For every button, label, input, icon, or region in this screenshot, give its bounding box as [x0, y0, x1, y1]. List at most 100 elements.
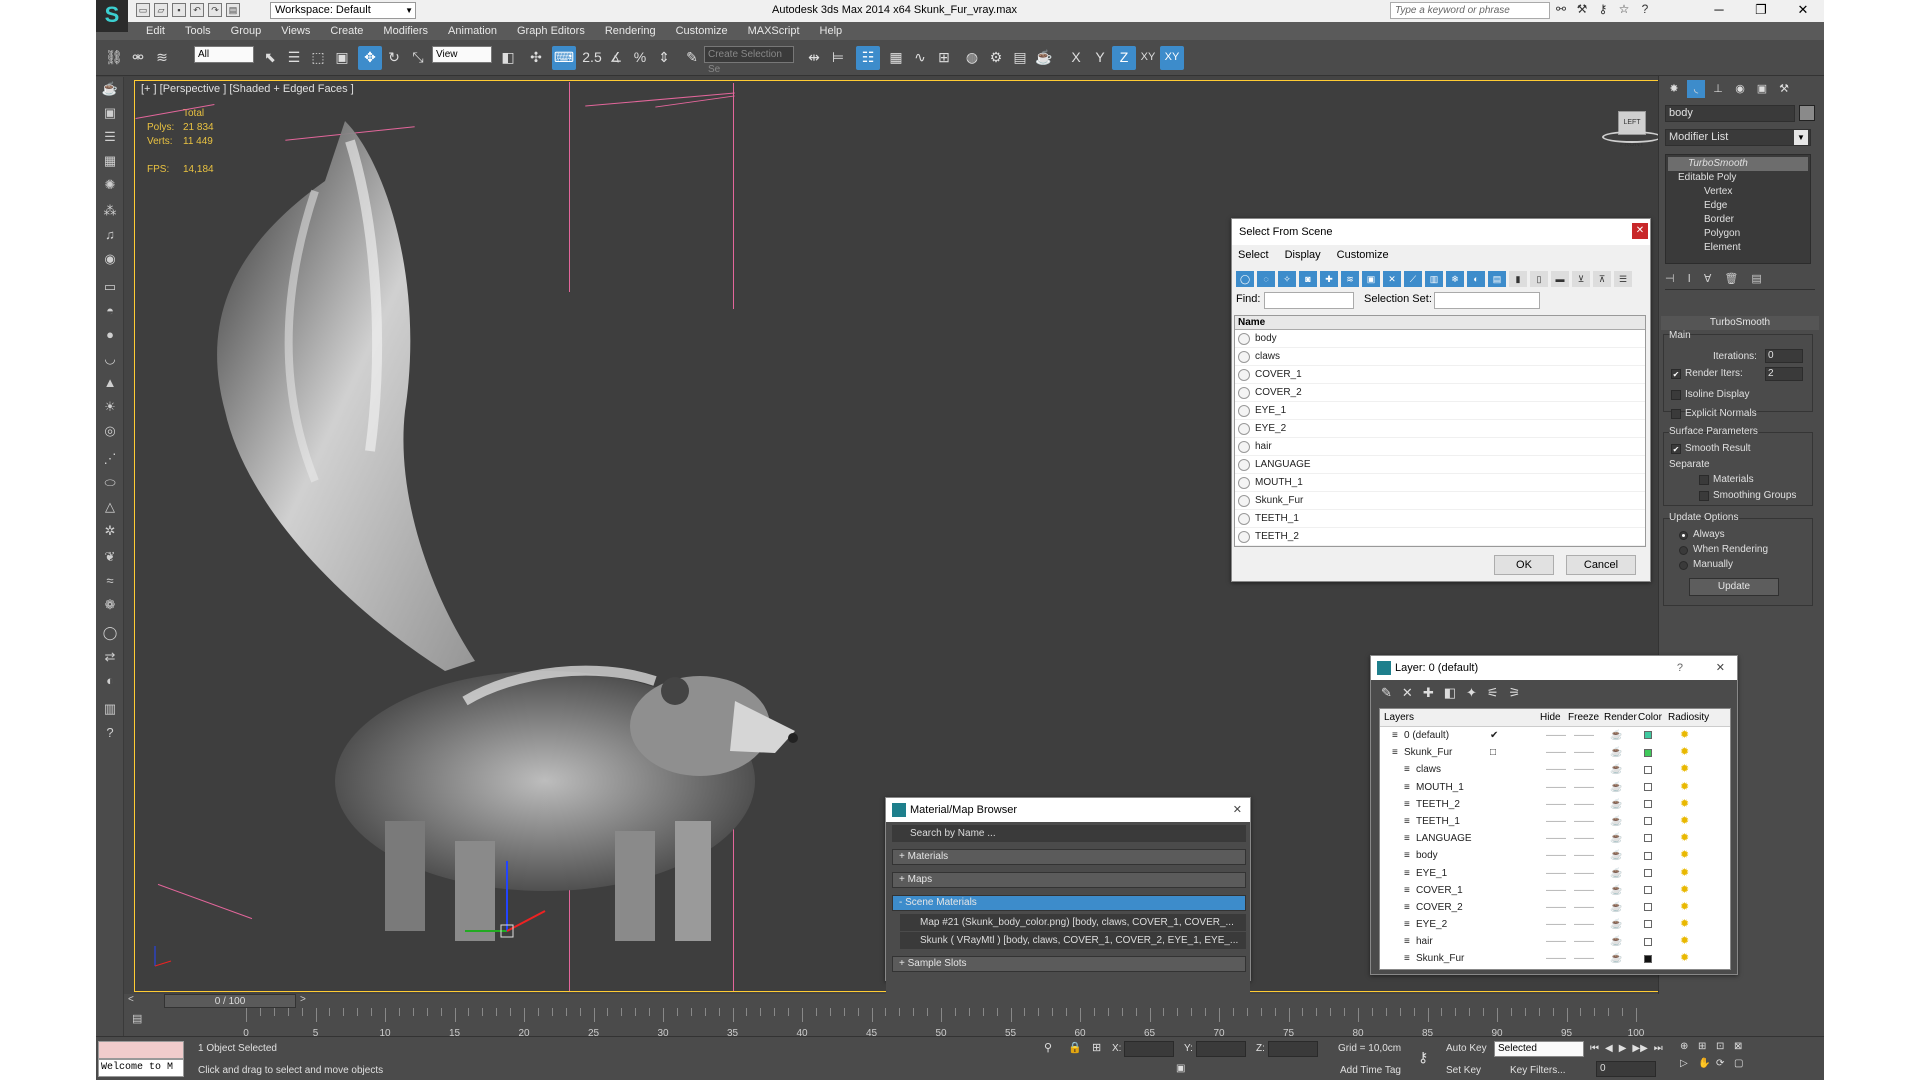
play-icon[interactable]: ▶	[1619, 1043, 1627, 1054]
light-filter-icon[interactable]: ✧	[1278, 271, 1296, 287]
menu-edit[interactable]: Edit	[146, 22, 165, 40]
layer-row[interactable]: ≡ EYE_2 —— —— ☕ ✹	[1380, 916, 1730, 933]
object-name-field[interactable]: body	[1665, 105, 1795, 122]
graphite-ribbon-icon[interactable]: ▦	[884, 46, 908, 70]
layer-row[interactable]: ≡ hair —— —— ☕ ✹	[1380, 933, 1730, 950]
delete-layer-icon[interactable]: ✕	[1402, 680, 1413, 706]
render-iters-spinner[interactable]: 2	[1765, 367, 1803, 381]
isoline-display-checkbox[interactable]	[1671, 390, 1681, 400]
freeze-toggle[interactable]: ——	[1574, 727, 1594, 744]
frozen-filter-icon[interactable]: ❄	[1446, 271, 1464, 287]
freeze-toggle[interactable]: ——	[1574, 796, 1594, 813]
menu-views[interactable]: Views	[281, 22, 310, 40]
render-production-icon[interactable]: ☕	[1032, 46, 1056, 70]
freeze-toggle[interactable]: ——	[1574, 916, 1594, 933]
filter-options-icon[interactable]: ⊼	[1593, 271, 1611, 287]
hidden-filter-icon[interactable]: ◐	[1467, 271, 1485, 287]
reference-coordinate-dropdown[interactable]: View	[432, 46, 492, 63]
freeze-toggle[interactable]: ——	[1574, 847, 1594, 864]
z-coordinate-field[interactable]	[1268, 1041, 1318, 1057]
rect-selection-icon[interactable]: ⬚	[306, 46, 330, 70]
keyboard-shortcut-override-icon[interactable]: ⌨	[552, 46, 576, 70]
select-and-move-icon[interactable]: ✥	[358, 46, 382, 70]
radiosity-icon[interactable]: ✹	[1680, 899, 1689, 916]
add-time-tag-button[interactable]: Add Time Tag	[1340, 1065, 1401, 1076]
utilities-tab-icon[interactable]: ⚒	[1775, 80, 1793, 98]
layer-row[interactable]: ≡ LANGUAGE —— —— ☕ ✹	[1380, 830, 1730, 847]
filter-icon[interactable]: ⊻	[1572, 271, 1590, 287]
new-layer-icon[interactable]: ✎	[1381, 680, 1392, 706]
key-filters-button[interactable]: Key Filters...	[1510, 1065, 1566, 1076]
orb-icon[interactable]: ◎	[100, 421, 120, 441]
scene-object-row[interactable]: TEETH_2	[1235, 528, 1645, 546]
display-tab-icon[interactable]: ▣	[1753, 80, 1771, 98]
select-all-icon[interactable]: ▮	[1509, 271, 1527, 287]
close-icon[interactable]: ✕	[1782, 0, 1824, 22]
ok-button[interactable]: OK	[1494, 555, 1554, 575]
mini-curve-editor-icon[interactable]: ▤	[132, 1012, 142, 1025]
sample-slots-section[interactable]: + Sample Slots	[892, 956, 1246, 972]
name-column-header[interactable]: Name	[1235, 316, 1645, 330]
layer-name[interactable]: TEETH_2	[1416, 796, 1460, 813]
box-icon[interactable]: ▭	[100, 277, 120, 297]
bowl-icon[interactable]: ◡	[100, 349, 120, 369]
mirror-icon[interactable]: ⇹	[802, 46, 826, 70]
freeze-toggle[interactable]: ——	[1574, 779, 1594, 796]
render-teapot-icon[interactable]: ☕	[1610, 899, 1622, 916]
material-editor-icon[interactable]: ◍	[960, 46, 984, 70]
pin-stack-icon[interactable]: ⊣	[1665, 272, 1675, 289]
hide-toggle[interactable]: ——	[1546, 899, 1566, 916]
explicit-normals-checkbox[interactable]	[1671, 409, 1681, 419]
go-to-end-icon[interactable]: ⏭	[1654, 1043, 1663, 1054]
hide-toggle[interactable]: ——	[1546, 744, 1566, 761]
cancel-button[interactable]: Cancel	[1566, 555, 1636, 575]
materials-section[interactable]: + Materials	[892, 849, 1246, 865]
scene-object-row[interactable]: claws	[1235, 348, 1645, 366]
cone-icon[interactable]: ▲	[100, 373, 120, 393]
hide-toggle[interactable]: ——	[1546, 916, 1566, 933]
menu-help[interactable]: Help	[820, 22, 843, 40]
snaps-toggle-icon[interactable]: 2.5	[580, 46, 604, 70]
material-item-skunk-vraymtl[interactable]: Skunk ( VRayMtl ) [body, claws, COVER_1,…	[900, 932, 1246, 949]
y-coordinate-field[interactable]	[1196, 1041, 1246, 1057]
help-circle-icon[interactable]: ?	[100, 723, 120, 743]
maxscript-listener-input[interactable]	[98, 1041, 184, 1059]
bone-filter-icon[interactable]: ⟋	[1404, 271, 1422, 287]
layer-color-swatch[interactable]	[1644, 903, 1652, 912]
layer-color-swatch[interactable]	[1644, 937, 1652, 946]
scene-object-row[interactable]: body	[1235, 330, 1645, 348]
layer-color-swatch[interactable]	[1644, 748, 1652, 757]
render-teapot-icon[interactable]: ☕	[1610, 916, 1622, 933]
viewcube[interactable]: LEFT FRONT	[1598, 107, 1662, 148]
update-button[interactable]: Update	[1689, 578, 1779, 596]
layer-name[interactable]: Skunk_Fur	[1416, 950, 1464, 967]
edit-named-selection-icon[interactable]: ✎	[680, 46, 704, 70]
menu-maxscript[interactable]: MAXScript	[748, 22, 800, 40]
scene-materials-section[interactable]: - Scene Materials	[892, 895, 1246, 911]
hide-toggle[interactable]: ——	[1546, 727, 1566, 744]
hide-toggle[interactable]: ——	[1546, 865, 1566, 882]
current-layer-toggle[interactable]: □	[1490, 744, 1496, 761]
material-search-input[interactable]: Search by Name ...	[892, 825, 1246, 842]
shader-ball-icon[interactable]: ◐	[100, 671, 120, 691]
hide-all-layers-icon[interactable]: ⚟	[1487, 680, 1499, 706]
render-teapot-icon[interactable]: ☕	[1610, 847, 1622, 864]
close-icon[interactable]: ✕	[1716, 656, 1725, 680]
layer-row[interactable]: ≡ claws —— —— ☕ ✹	[1380, 761, 1730, 778]
radiosity-icon[interactable]: ✹	[1680, 744, 1689, 761]
menu-create[interactable]: Create	[330, 22, 363, 40]
hide-toggle[interactable]: ——	[1546, 933, 1566, 950]
scene-object-row[interactable]: MOUTH_1	[1235, 474, 1645, 492]
radiosity-icon[interactable]: ✹	[1680, 882, 1689, 899]
smooth-result-checkbox[interactable]: ✔	[1671, 444, 1681, 454]
menu-graph-editors[interactable]: Graph Editors	[517, 22, 585, 40]
cloth-icon[interactable]: ❁	[100, 595, 120, 615]
layer-name[interactable]: body	[1416, 847, 1438, 864]
scene-object-row[interactable]: COVER_2	[1235, 384, 1645, 402]
scene-explorer-icon[interactable]: ☰	[100, 127, 120, 147]
radiosity-icon[interactable]: ✹	[1680, 779, 1689, 796]
axis-x-button[interactable]: X	[1064, 46, 1088, 70]
scene-object-row[interactable]: hair	[1235, 438, 1645, 456]
link-icon[interactable]: ⛓	[102, 46, 126, 70]
select-by-name-icon[interactable]: ☰	[282, 46, 306, 70]
